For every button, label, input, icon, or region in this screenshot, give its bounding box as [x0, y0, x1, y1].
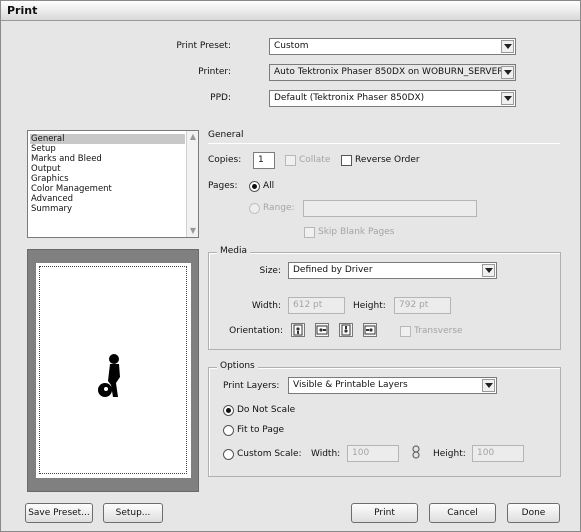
sidebar-item-advanced[interactable]: Advanced [30, 194, 185, 204]
scale-height-value: 100 [477, 448, 495, 458]
collate-checkbox[interactable] [285, 155, 296, 166]
window-title: Print [7, 4, 38, 17]
orientation-label: Orientation: [229, 326, 283, 336]
print-button[interactable]: Print [351, 503, 418, 523]
print-layers-label: Print Layers: [223, 381, 280, 391]
chevron-down-icon[interactable] [482, 264, 495, 277]
copies-label: Copies: [208, 155, 242, 165]
transverse-checkbox[interactable] [400, 326, 411, 337]
general-divider [208, 143, 560, 144]
sidebar-item-graphics[interactable]: Graphics [30, 174, 185, 184]
reverse-order-checkbox[interactable] [341, 155, 352, 166]
sidebar-item-output[interactable]: Output [30, 164, 185, 174]
scale-height-label: Height: [433, 449, 466, 459]
do-not-scale-label: Do Not Scale [237, 405, 296, 415]
landscape-orientation-icon[interactable] [315, 323, 329, 337]
scroll-up-icon[interactable]: ▲ [188, 132, 198, 142]
portrait-orientation-icon[interactable] [291, 323, 305, 337]
print-preset-dropdown[interactable]: Custom [269, 38, 516, 55]
print-layers-dropdown[interactable]: Visible & Printable Layers [288, 377, 497, 394]
list-scrollbar[interactable]: ▲ ▼ [186, 131, 198, 237]
do-not-scale-radio[interactable] [223, 405, 234, 416]
printer-value: Auto Tektronix Phaser 850DX on WOBURN_SE… [274, 67, 504, 77]
preview-artwork-icon [98, 354, 120, 397]
reverse-landscape-orientation-icon[interactable] [363, 323, 377, 337]
title-bar: Print [1, 1, 580, 21]
pages-all-label: All [263, 181, 275, 191]
save-preset-button[interactable]: Save Preset... [25, 503, 93, 523]
size-value: Defined by Driver [293, 265, 373, 275]
size-label: Size: [259, 266, 281, 276]
cancel-button[interactable]: Cancel [429, 503, 496, 523]
ppd-label: PPD: [210, 93, 231, 103]
preview-page [36, 263, 191, 478]
reverse-order-label: Reverse Order [355, 155, 420, 165]
copies-field[interactable]: 1 [253, 152, 275, 169]
sidebar-item-marks-and-bleed[interactable]: Marks and Bleed [30, 154, 185, 164]
chevron-down-icon[interactable] [501, 92, 514, 105]
scale-width-value: 100 [352, 448, 370, 458]
media-width-field[interactable]: 612 pt [288, 297, 345, 314]
chevron-down-icon[interactable] [501, 66, 514, 79]
reverse-portrait-orientation-icon[interactable] [339, 323, 353, 337]
media-group-title: Media [217, 246, 251, 256]
media-height-field[interactable]: 792 pt [394, 297, 451, 314]
print-preview [27, 249, 199, 492]
chevron-down-icon[interactable] [482, 379, 495, 392]
scroll-down-icon[interactable]: ▼ [188, 226, 198, 236]
pages-label: Pages: [208, 181, 238, 191]
pages-range-radio[interactable] [249, 203, 260, 214]
print-preset-label: Print Preset: [176, 41, 231, 51]
scale-height-field[interactable]: 100 [472, 445, 524, 462]
custom-scale-radio[interactable] [223, 449, 234, 460]
sidebar-item-summary[interactable]: Summary [30, 204, 185, 214]
constrain-proportions-icon[interactable] [412, 445, 420, 459]
done-button[interactable]: Done [507, 503, 560, 523]
copies-value: 1 [258, 155, 264, 165]
pages-range-label: Range: [263, 203, 295, 213]
width-label: Width: [251, 301, 281, 311]
size-dropdown[interactable]: Defined by Driver [288, 262, 497, 279]
sidebar-item-color-management[interactable]: Color Management [30, 184, 185, 194]
print-dialog: Print Print Preset: Custom Printer: Auto… [0, 0, 581, 532]
skip-blank-pages-label: Skip Blank Pages [318, 227, 395, 237]
ppd-value: Default (Tektronix Phaser 850DX) [274, 93, 425, 103]
skip-blank-pages-checkbox[interactable] [304, 227, 315, 238]
printer-label: Printer: [198, 67, 231, 77]
ppd-dropdown[interactable]: Default (Tektronix Phaser 850DX) [269, 90, 516, 107]
category-list[interactable]: General Setup Marks and Bleed Output Gra… [27, 130, 199, 238]
print-layers-value: Visible & Printable Layers [293, 380, 408, 390]
custom-scale-label: Custom Scale: [237, 449, 302, 459]
chevron-down-icon[interactable] [501, 40, 514, 53]
sidebar-item-setup[interactable]: Setup [30, 144, 185, 154]
options-group-title: Options [217, 361, 258, 371]
transverse-label: Transverse [414, 326, 463, 336]
print-preset-value: Custom [274, 41, 309, 51]
sidebar-item-general[interactable]: General [30, 134, 185, 144]
scale-width-field[interactable]: 100 [347, 445, 399, 462]
pages-all-radio[interactable] [249, 181, 260, 192]
media-width-value: 612 pt [293, 300, 323, 310]
scale-width-label: Width: [311, 449, 341, 459]
range-field[interactable] [303, 200, 477, 217]
printer-dropdown[interactable]: Auto Tektronix Phaser 850DX on WOBURN_SE… [269, 64, 516, 81]
fit-to-page-label: Fit to Page [237, 425, 285, 435]
setup-button[interactable]: Setup... [103, 503, 163, 523]
collate-label: Collate [299, 155, 331, 165]
general-section-title: General [208, 130, 244, 140]
height-label: Height: [353, 301, 386, 311]
media-height-value: 792 pt [399, 300, 429, 310]
fit-to-page-radio[interactable] [223, 425, 234, 436]
